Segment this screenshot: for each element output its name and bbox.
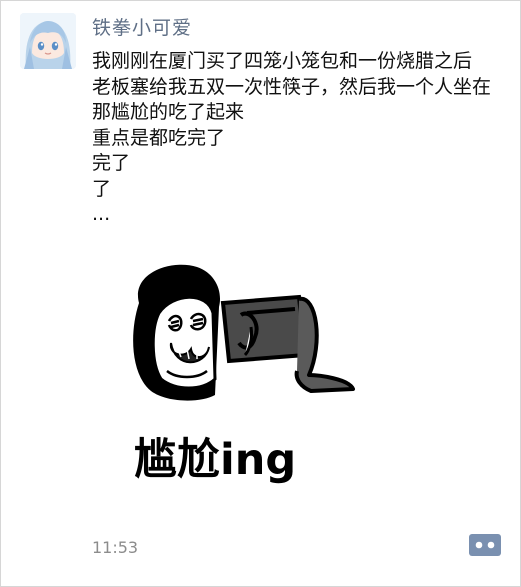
post-text-line: ... bbox=[92, 203, 111, 225]
username[interactable]: 铁拳小可爱 bbox=[92, 13, 192, 40]
comment-button[interactable] bbox=[468, 533, 502, 557]
post-text-line: 了 bbox=[92, 177, 112, 200]
post-text-line: 完了 bbox=[92, 152, 131, 174]
comment-dots-icon bbox=[469, 534, 501, 556]
sticker-caption: 尴尬ing bbox=[134, 435, 297, 485]
post-time: 11:53 bbox=[92, 538, 139, 557]
post-text: 我刚刚在厦门买了四笼小笼包和一份烧腊之后 老板塞给我五双一次性筷子，然后我一个人… bbox=[92, 49, 512, 228]
post-text-line: 重点是都吃完了 bbox=[92, 126, 226, 149]
avatar[interactable] bbox=[20, 13, 76, 69]
moments-post: 铁拳小可爱 我刚刚在厦门买了四笼小笼包和一份烧腊之后 老板塞给我五双一次性筷子，… bbox=[0, 0, 521, 587]
post-text-line: 我刚刚在厦门买了四笼小笼包和一份烧腊之后 bbox=[92, 50, 473, 72]
anime-girl-avatar-icon bbox=[20, 13, 76, 69]
post-text-line: 老板塞给我五双一次性筷子，然后我一个人坐在 bbox=[92, 75, 492, 98]
post-text-line: 那尴尬的吃了起来 bbox=[92, 101, 245, 123]
awkward-meme-drawing bbox=[133, 264, 355, 401]
